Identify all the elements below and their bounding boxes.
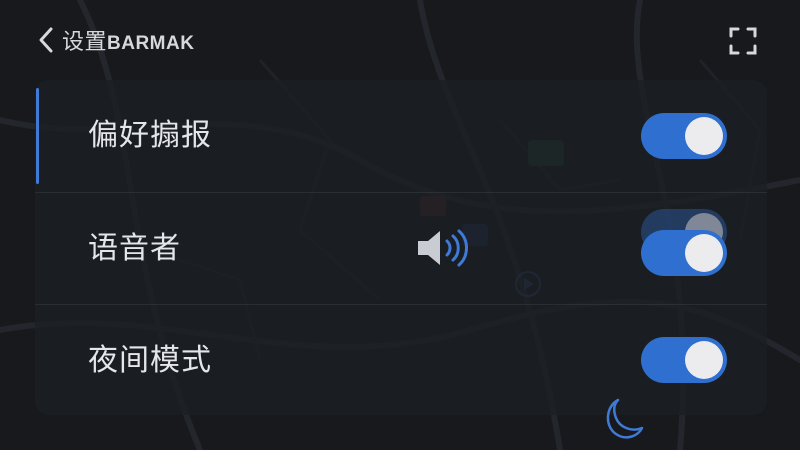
toggle-knob — [685, 341, 723, 379]
setting-label: 夜间模式 — [88, 343, 212, 378]
speaker-volume-icon — [418, 229, 468, 267]
header-bar: 设置BARMAK — [0, 0, 800, 80]
toggle-knob — [685, 234, 723, 272]
active-indicator — [36, 88, 39, 184]
page-title-latin: BARMAK — [107, 33, 195, 54]
page-title-cn: 设置 — [62, 30, 108, 55]
setting-row-night-mode: 夜间模式 — [35, 304, 767, 415]
settings-screen: 设置BARMAK 偏好搧报 语音者 夜间模式 — [0, 0, 800, 450]
setting-label: 偏好搧报 — [88, 118, 212, 153]
setting-row-voice: 语音者 — [35, 192, 767, 304]
chevron-left-icon — [39, 27, 53, 53]
settings-panel: 偏好搧报 语音者 夜间模式 — [35, 80, 767, 415]
moon-icon — [606, 398, 644, 439]
toggle-switch[interactable] — [641, 230, 727, 276]
page-title: 设置BARMAK — [62, 24, 194, 56]
back-button[interactable]: 设置BARMAK — [36, 24, 194, 56]
toggle-knob — [685, 117, 723, 155]
setting-row-preferences: 偏好搧报 — [35, 80, 767, 192]
toggle-switch[interactable] — [641, 113, 727, 159]
toggle-switch[interactable] — [641, 337, 727, 383]
fullscreen-icon[interactable] — [728, 26, 758, 56]
setting-label: 语音者 — [88, 231, 181, 266]
